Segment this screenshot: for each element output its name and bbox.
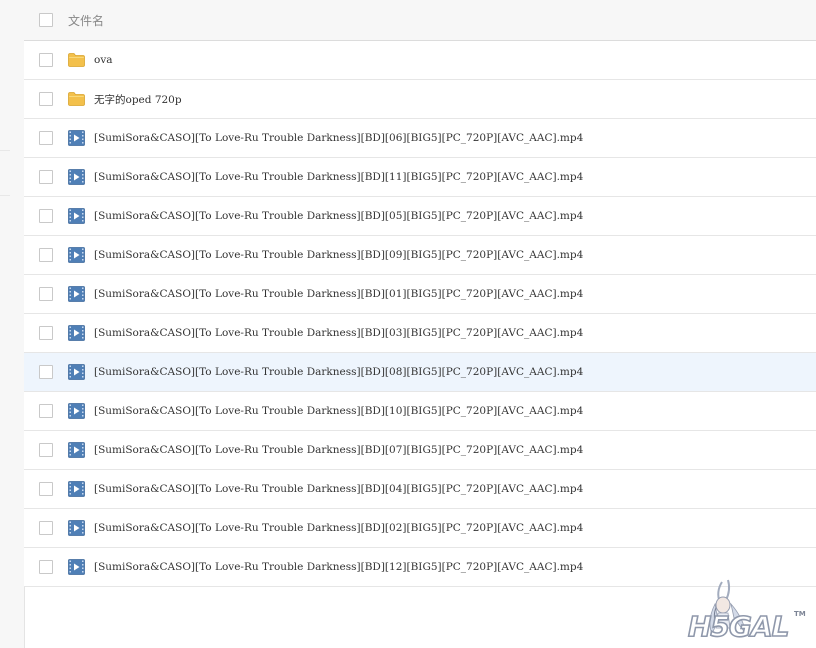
file-name-link[interactable]: [SumiSora&CASO][To Love-Ru Trouble Darkn… bbox=[94, 249, 583, 261]
row-checkbox[interactable] bbox=[39, 404, 53, 418]
file-row[interactable]: [SumiSora&CASO][To Love-Ru Trouble Darkn… bbox=[24, 392, 816, 431]
file-row[interactable]: [SumiSora&CASO][To Love-Ru Trouble Darkn… bbox=[24, 353, 816, 392]
file-name-link[interactable]: [SumiSora&CASO][To Love-Ru Trouble Darkn… bbox=[94, 210, 583, 222]
left-panel-edge bbox=[0, 0, 25, 648]
file-row[interactable]: 无字的oped 720p bbox=[24, 80, 816, 119]
video-file-icon bbox=[67, 442, 85, 458]
file-name-link[interactable]: [SumiSora&CASO][To Love-Ru Trouble Darkn… bbox=[94, 366, 583, 378]
file-row[interactable]: ova bbox=[24, 41, 816, 80]
video-file-icon bbox=[67, 247, 85, 263]
video-file-icon bbox=[67, 286, 85, 302]
file-name-link[interactable]: [SumiSora&CASO][To Love-Ru Trouble Darkn… bbox=[94, 483, 583, 495]
file-row[interactable]: [SumiSora&CASO][To Love-Ru Trouble Darkn… bbox=[24, 431, 816, 470]
file-name-link[interactable]: [SumiSora&CASO][To Love-Ru Trouble Darkn… bbox=[94, 444, 583, 456]
row-checkbox[interactable] bbox=[39, 209, 53, 223]
row-checkbox[interactable] bbox=[39, 170, 53, 184]
video-file-icon bbox=[67, 208, 85, 224]
row-checkbox[interactable] bbox=[39, 92, 53, 106]
video-file-icon bbox=[67, 325, 85, 341]
row-checkbox[interactable] bbox=[39, 326, 53, 340]
row-checkbox[interactable] bbox=[39, 287, 53, 301]
row-checkbox[interactable] bbox=[39, 131, 53, 145]
row-checkbox[interactable] bbox=[39, 248, 53, 262]
file-list-header: 文件名 bbox=[24, 0, 816, 41]
watermark-text: H5GAL bbox=[688, 610, 788, 643]
file-row[interactable]: [SumiSora&CASO][To Love-Ru Trouble Darkn… bbox=[24, 314, 816, 353]
file-row[interactable]: [SumiSora&CASO][To Love-Ru Trouble Darkn… bbox=[24, 470, 816, 509]
gutter-divider bbox=[0, 150, 10, 151]
video-file-icon bbox=[67, 169, 85, 185]
row-checkbox[interactable] bbox=[39, 521, 53, 535]
file-row[interactable]: [SumiSora&CASO][To Love-Ru Trouble Darkn… bbox=[24, 236, 816, 275]
file-name-link[interactable]: [SumiSora&CASO][To Love-Ru Trouble Darkn… bbox=[94, 405, 583, 417]
row-checkbox[interactable] bbox=[39, 53, 53, 67]
file-row[interactable]: [SumiSora&CASO][To Love-Ru Trouble Darkn… bbox=[24, 197, 816, 236]
folder-name-link[interactable]: 无字的oped 720p bbox=[94, 92, 182, 107]
video-file-icon bbox=[67, 130, 85, 146]
file-name-link[interactable]: [SumiSora&CASO][To Love-Ru Trouble Darkn… bbox=[94, 561, 583, 573]
gutter-divider bbox=[0, 195, 10, 196]
file-row[interactable]: [SumiSora&CASO][To Love-Ru Trouble Darkn… bbox=[24, 158, 816, 197]
row-checkbox[interactable] bbox=[39, 365, 53, 379]
video-file-icon bbox=[67, 559, 85, 575]
watermark-trademark: TM bbox=[794, 610, 806, 618]
file-name-link[interactable]: [SumiSora&CASO][To Love-Ru Trouble Darkn… bbox=[94, 171, 583, 183]
video-file-icon bbox=[67, 403, 85, 419]
row-checkbox[interactable] bbox=[39, 560, 53, 574]
folder-icon bbox=[67, 91, 85, 107]
file-name-link[interactable]: [SumiSora&CASO][To Love-Ru Trouble Darkn… bbox=[94, 132, 583, 144]
file-row[interactable]: [SumiSora&CASO][To Love-Ru Trouble Darkn… bbox=[24, 509, 816, 548]
row-checkbox[interactable] bbox=[39, 482, 53, 496]
filename-column-header[interactable]: 文件名 bbox=[68, 12, 104, 29]
h5gal-watermark-logo: H5GAL TM bbox=[687, 579, 806, 644]
video-file-icon bbox=[67, 364, 85, 380]
folder-name-link[interactable]: ova bbox=[94, 54, 113, 66]
file-name-link[interactable]: [SumiSora&CASO][To Love-Ru Trouble Darkn… bbox=[94, 522, 583, 534]
file-rows: ova 无字的oped 720p [SumiSora&CASO][To Love-R… bbox=[24, 41, 816, 587]
video-file-icon bbox=[67, 481, 85, 497]
row-checkbox[interactable] bbox=[39, 443, 53, 457]
select-all-checkbox[interactable] bbox=[39, 13, 53, 27]
folder-icon bbox=[67, 52, 85, 68]
file-browser-page: 文件名 ova 无字的oped 720p [SumiSora&CASO][To Lo… bbox=[0, 0, 816, 648]
file-name-link[interactable]: [SumiSora&CASO][To Love-Ru Trouble Darkn… bbox=[94, 288, 583, 300]
file-list: 文件名 ova 无字的oped 720p [SumiSora&CASO][To Lo… bbox=[24, 0, 816, 587]
file-row[interactable]: [SumiSora&CASO][To Love-Ru Trouble Darkn… bbox=[24, 119, 816, 158]
video-file-icon bbox=[67, 520, 85, 536]
file-row[interactable]: [SumiSora&CASO][To Love-Ru Trouble Darkn… bbox=[24, 275, 816, 314]
file-name-link[interactable]: [SumiSora&CASO][To Love-Ru Trouble Darkn… bbox=[94, 327, 583, 339]
